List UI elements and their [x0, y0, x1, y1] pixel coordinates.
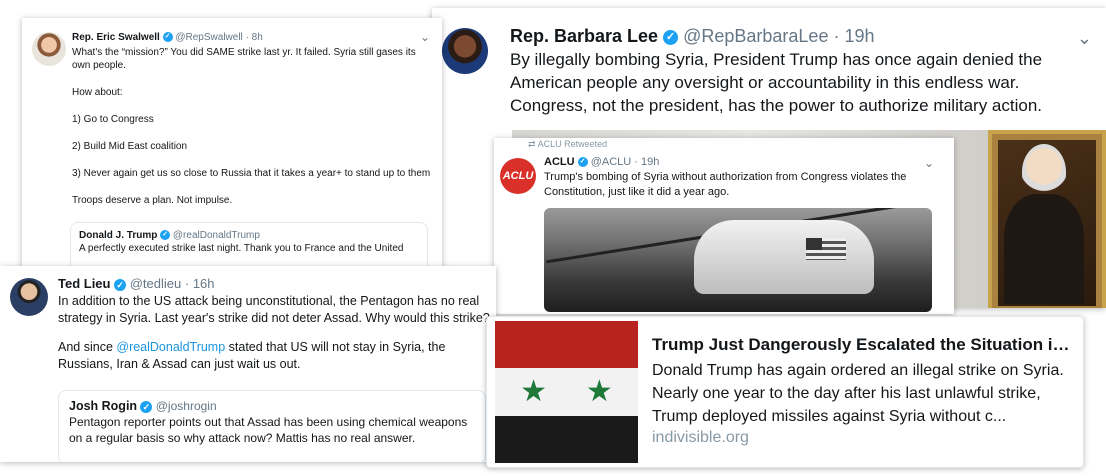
- avatar-ted-lieu[interactable]: [10, 278, 48, 316]
- tweet-header: Rep. Eric Swalwell ✓ @RepSwalwell · 8h: [72, 32, 263, 43]
- tweet-card-eric-swalwell[interactable]: Rep. Eric Swalwell ✓ @RepSwalwell · 8h ⌄…: [22, 18, 442, 280]
- tweet-header: Rep. Barbara Lee ✓ @RepBarbaraLee · 19h: [510, 26, 875, 47]
- author-name[interactable]: Rep. Barbara Lee: [510, 26, 658, 46]
- verified-badge-icon: ✓: [663, 29, 679, 45]
- verified-badge-icon: ✓: [160, 230, 171, 241]
- link-domain[interactable]: indivisible.org: [652, 429, 749, 447]
- quoted-author-name: Josh Rogin: [69, 399, 138, 413]
- avatar-aclu[interactable]: ACLU: [500, 158, 536, 194]
- tweet-time[interactable]: · 16h: [185, 276, 215, 291]
- tweet-card-ted-lieu[interactable]: Ted Lieu ✓ @tedlieu · 16h In addition to…: [0, 266, 496, 462]
- chevron-down-icon[interactable]: ⌄: [420, 30, 430, 44]
- tweet-text: By illegally bombing Syria, President Tr…: [510, 50, 1043, 115]
- verified-badge-icon: ✓: [140, 400, 153, 413]
- tweet-paragraph: And since @realDonaldTrump stated that U…: [58, 340, 446, 371]
- quoted-author-handle: @realDonaldTrump: [172, 230, 260, 241]
- link-title[interactable]: Trump Just Dangerously Escalated the Sit…: [652, 335, 1072, 355]
- portrait-painting-image: [988, 130, 1106, 308]
- tweet-time[interactable]: · 19h: [634, 156, 659, 168]
- tweet-header: ACLU ✓ @ACLU · 19h: [544, 156, 659, 168]
- chevron-down-icon[interactable]: ⌄: [924, 156, 934, 170]
- quoted-tweet-text: Pentagon reporter points out that Assad …: [69, 415, 468, 445]
- retweet-icon: ⇄: [528, 139, 536, 149]
- link-preview-card[interactable]: ★ ★ Trump Just Dangerously Escalated the…: [486, 316, 1084, 468]
- avatar-barbara-lee[interactable]: [442, 28, 488, 74]
- tweet-time[interactable]: · 8h: [246, 32, 263, 43]
- tweet-text: Trump's bombing of Syria without authori…: [544, 171, 907, 198]
- tweet-time[interactable]: · 19h: [833, 26, 874, 46]
- tweet-paragraph: 3) Never again get us so close to Russia…: [72, 168, 431, 179]
- chevron-down-icon[interactable]: ⌄: [1077, 28, 1092, 49]
- tweet-paragraph: Troops deserve a plan. Not impulse.: [72, 195, 233, 206]
- tweet-header: Ted Lieu ✓ @tedlieu · 16h: [58, 276, 215, 291]
- tweet-text: In addition to the US attack being uncon…: [58, 293, 490, 385]
- author-handle[interactable]: @RepSwalwell: [175, 32, 242, 43]
- verified-badge-icon: ✓: [114, 278, 127, 291]
- author-name[interactable]: Rep. Eric Swalwell: [72, 32, 160, 43]
- author-handle[interactable]: @ACLU: [591, 156, 632, 168]
- tweet-photo[interactable]: [544, 208, 932, 312]
- link-description: Donald Trump has again ordered an illega…: [652, 362, 1064, 425]
- retweet-card-aclu[interactable]: ⇄ ACLU Retweeted ACLU ACLU ✓ @ACLU · 19h…: [494, 138, 954, 314]
- quoted-tweet[interactable]: Josh Rogin ✓ @joshrogin Pentagon reporte…: [58, 390, 486, 462]
- tweet-text: What's the “mission?” You did SAME strik…: [72, 46, 432, 221]
- author-name[interactable]: Ted Lieu: [58, 276, 110, 291]
- verified-badge-icon: ✓: [577, 157, 588, 168]
- tweet-paragraph: 2) Build Mid East coalition: [72, 141, 188, 152]
- author-name[interactable]: ACLU: [544, 156, 575, 168]
- tweet-paragraph: How about:: [72, 87, 123, 98]
- mention-link[interactable]: @realDonaldTrump: [116, 340, 225, 354]
- tweet-paragraph: What's the “mission?” You did SAME strik…: [72, 47, 416, 71]
- star-icon: ★: [585, 375, 613, 408]
- quoted-author-handle: @joshrogin: [155, 399, 217, 413]
- tweet-paragraph: 1) Go to Congress: [72, 114, 154, 125]
- author-handle[interactable]: @tedlieu: [130, 276, 182, 291]
- syria-flag-image: ★ ★: [495, 321, 638, 463]
- quoted-tweet-text: A perfectly executed strike last night. …: [79, 243, 404, 254]
- avatar-eric-swalwell[interactable]: [32, 32, 66, 66]
- tweet-paragraph: In addition to the US attack being uncon…: [58, 294, 490, 325]
- quoted-author-name: Donald J. Trump: [79, 230, 158, 241]
- author-handle[interactable]: @RepBarbaraLee: [683, 26, 828, 46]
- verified-badge-icon: ✓: [162, 32, 173, 43]
- star-icon: ★: [520, 375, 548, 408]
- retweeted-label: ⇄ ACLU Retweeted: [528, 139, 608, 149]
